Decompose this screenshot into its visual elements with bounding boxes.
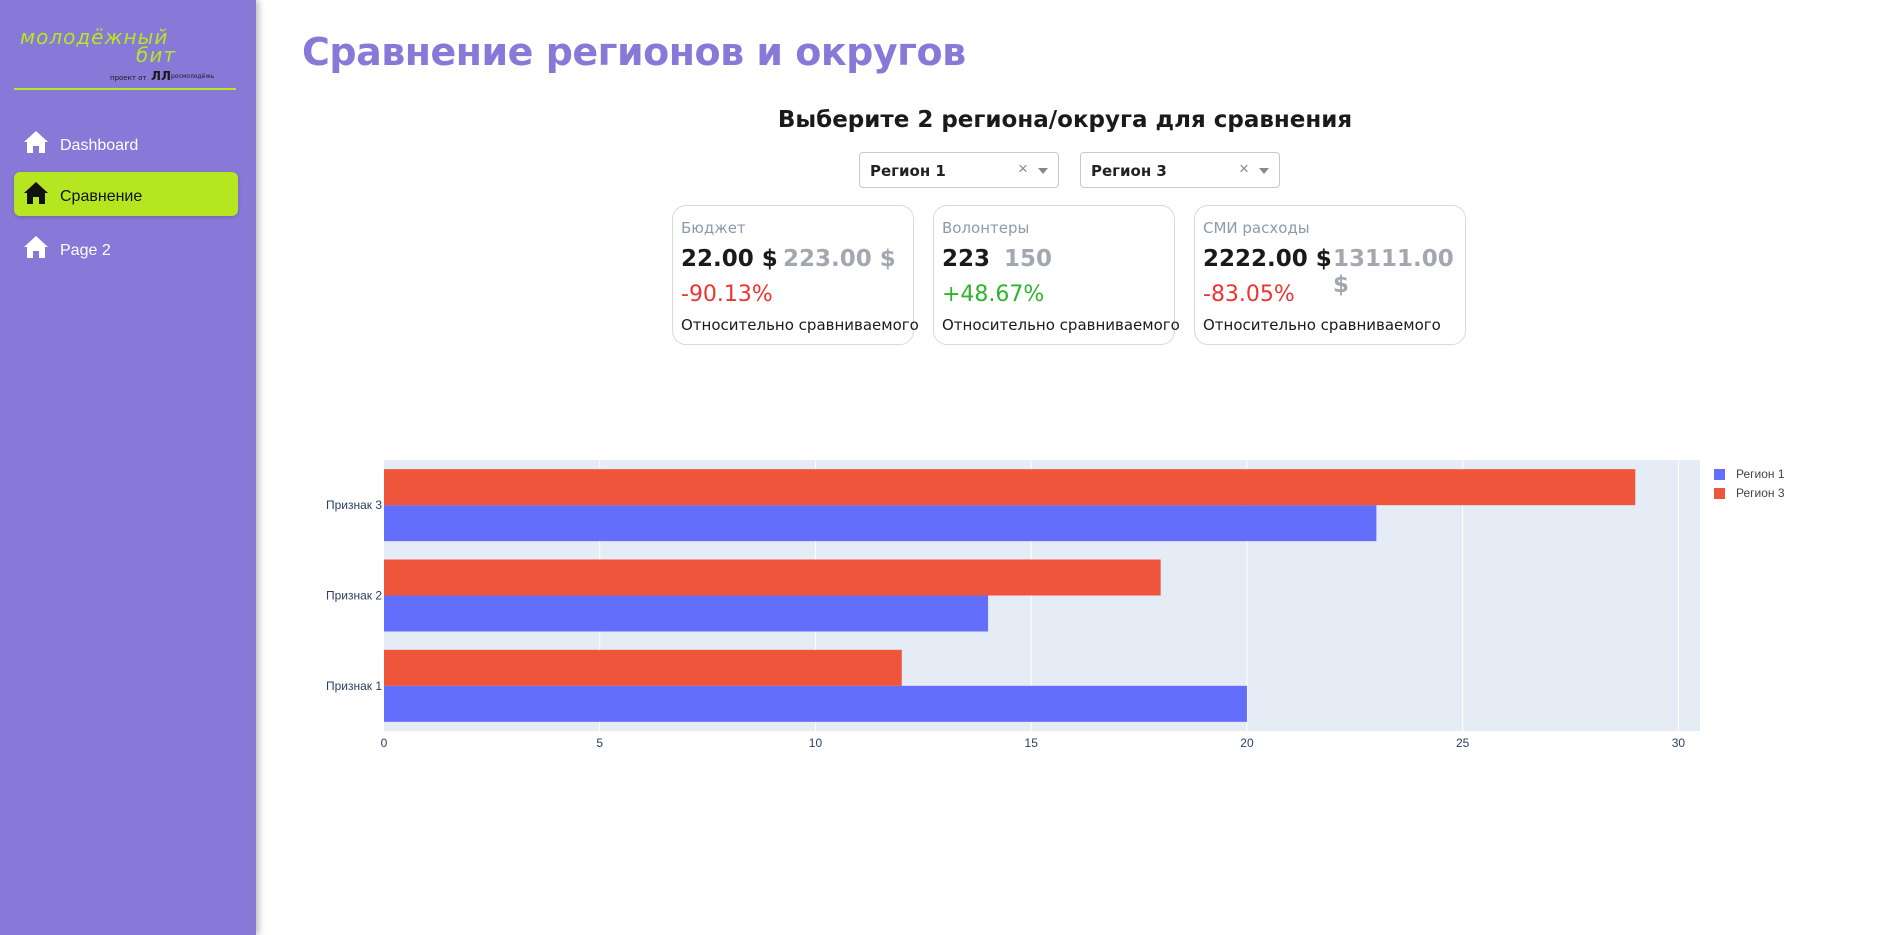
select-value: Регион 3 — [1091, 162, 1167, 180]
card-change: +48.67% — [942, 282, 1045, 307]
svg-text:бит: бит — [136, 43, 176, 67]
bar-1-2 — [384, 595, 989, 632]
sidebar-item-label: Сравнение — [60, 188, 143, 205]
clear-icon[interactable]: × — [1239, 159, 1249, 179]
bar-1-3 — [384, 505, 1377, 542]
legend-item-series-2[interactable]: Регион 3 — [1714, 486, 1785, 500]
card-title: Волонтеры — [942, 219, 1030, 237]
bar-2-2 — [384, 559, 1161, 596]
clear-icon[interactable]: × — [1018, 159, 1028, 179]
legend-item-series-1[interactable]: Регион 1 — [1714, 467, 1785, 481]
card-title: СМИ расходы — [1203, 219, 1310, 237]
home-icon — [24, 131, 48, 153]
card-note: Относительно сравниваемого — [681, 316, 919, 334]
y-tick-label: Признак 2 — [326, 589, 382, 603]
svg-text:проект от: проект от — [110, 74, 147, 82]
home-icon — [24, 236, 48, 258]
card-value-primary: 2222.00 $ — [1203, 246, 1332, 272]
logo: молодёжный бит проект от ЛЛ росмолодёжь — [20, 26, 215, 83]
bar-2-3 — [384, 469, 1636, 506]
x-tick-label: 0 — [381, 736, 388, 750]
chevron-down-icon[interactable] — [1259, 168, 1269, 174]
x-tick-label: 5 — [596, 736, 603, 750]
sidebar-item-page-2[interactable]: Page 2 — [14, 226, 238, 270]
logo-divider — [14, 88, 236, 90]
sidebar-item-comparison[interactable]: Сравнение — [14, 172, 238, 216]
x-tick-label: 20 — [1240, 736, 1254, 750]
sidebar-item-label: Dashboard — [60, 137, 139, 154]
comparison-bar-chart: 0 5 10 15 20 25 30 Признак 1 Признак 2 Признак 3 — [326, 460, 1700, 750]
card-value-secondary: 223.00 $ — [783, 246, 896, 272]
sidebar: молодёжный бит проект от ЛЛ росмолодёжь … — [0, 0, 256, 935]
card-change: -83.05% — [1203, 282, 1295, 307]
chevron-down-icon[interactable] — [1038, 168, 1048, 174]
sidebar-item-label: Page 2 — [60, 242, 111, 259]
card-note: Относительно сравниваемого — [1203, 316, 1441, 334]
card-value-secondary: 13111.00 $ — [1333, 246, 1454, 298]
x-tick-label: 30 — [1672, 736, 1686, 750]
y-tick-label: Признак 3 — [326, 498, 382, 512]
page-title: Сравнение регионов и округов — [302, 30, 966, 74]
region-select-2[interactable]: Регион 3 × — [1080, 152, 1280, 188]
sidebar-item-dashboard[interactable]: Dashboard — [14, 121, 238, 165]
card-value-primary: 223 — [942, 246, 991, 272]
section-subtitle: Выберите 2 региона/округа для сравнения — [777, 107, 1353, 133]
bar-1-1 — [384, 685, 1247, 722]
select-value: Регион 1 — [870, 162, 946, 180]
x-tick-label: 25 — [1456, 736, 1470, 750]
y-tick-label: Признак 1 — [326, 679, 382, 693]
budget-card: Бюджет 22.00 $ 223.00 $ -90.13% Относите… — [672, 205, 919, 345]
svg-text:росмолодёжь: росмолодёжь — [171, 73, 215, 80]
x-tick-label: 15 — [1025, 736, 1039, 750]
region-select-1[interactable]: Регион 1 × — [859, 152, 1059, 188]
legend-label: Регион 1 — [1736, 467, 1785, 481]
svg-text:ЛЛ: ЛЛ — [151, 69, 171, 83]
volunteers-card: Волонтеры 223 150 +48.67% Относительно с… — [933, 205, 1180, 345]
card-change: -90.13% — [681, 282, 773, 307]
card-value-primary: 22.00 $ — [681, 246, 778, 272]
card-note: Относительно сравниваемого — [942, 316, 1180, 334]
media-expenses-card: СМИ расходы 2222.00 $ 13111.00 $ -83.05%… — [1194, 205, 1466, 345]
bar-2-1 — [384, 649, 902, 686]
legend-swatch — [1714, 469, 1725, 480]
x-tick-label: 10 — [809, 736, 823, 750]
card-value-secondary: 150 — [1004, 246, 1053, 272]
home-icon — [24, 182, 48, 204]
card-title: Бюджет — [681, 219, 746, 237]
legend-swatch — [1714, 488, 1725, 499]
legend-label: Регион 3 — [1736, 486, 1785, 500]
